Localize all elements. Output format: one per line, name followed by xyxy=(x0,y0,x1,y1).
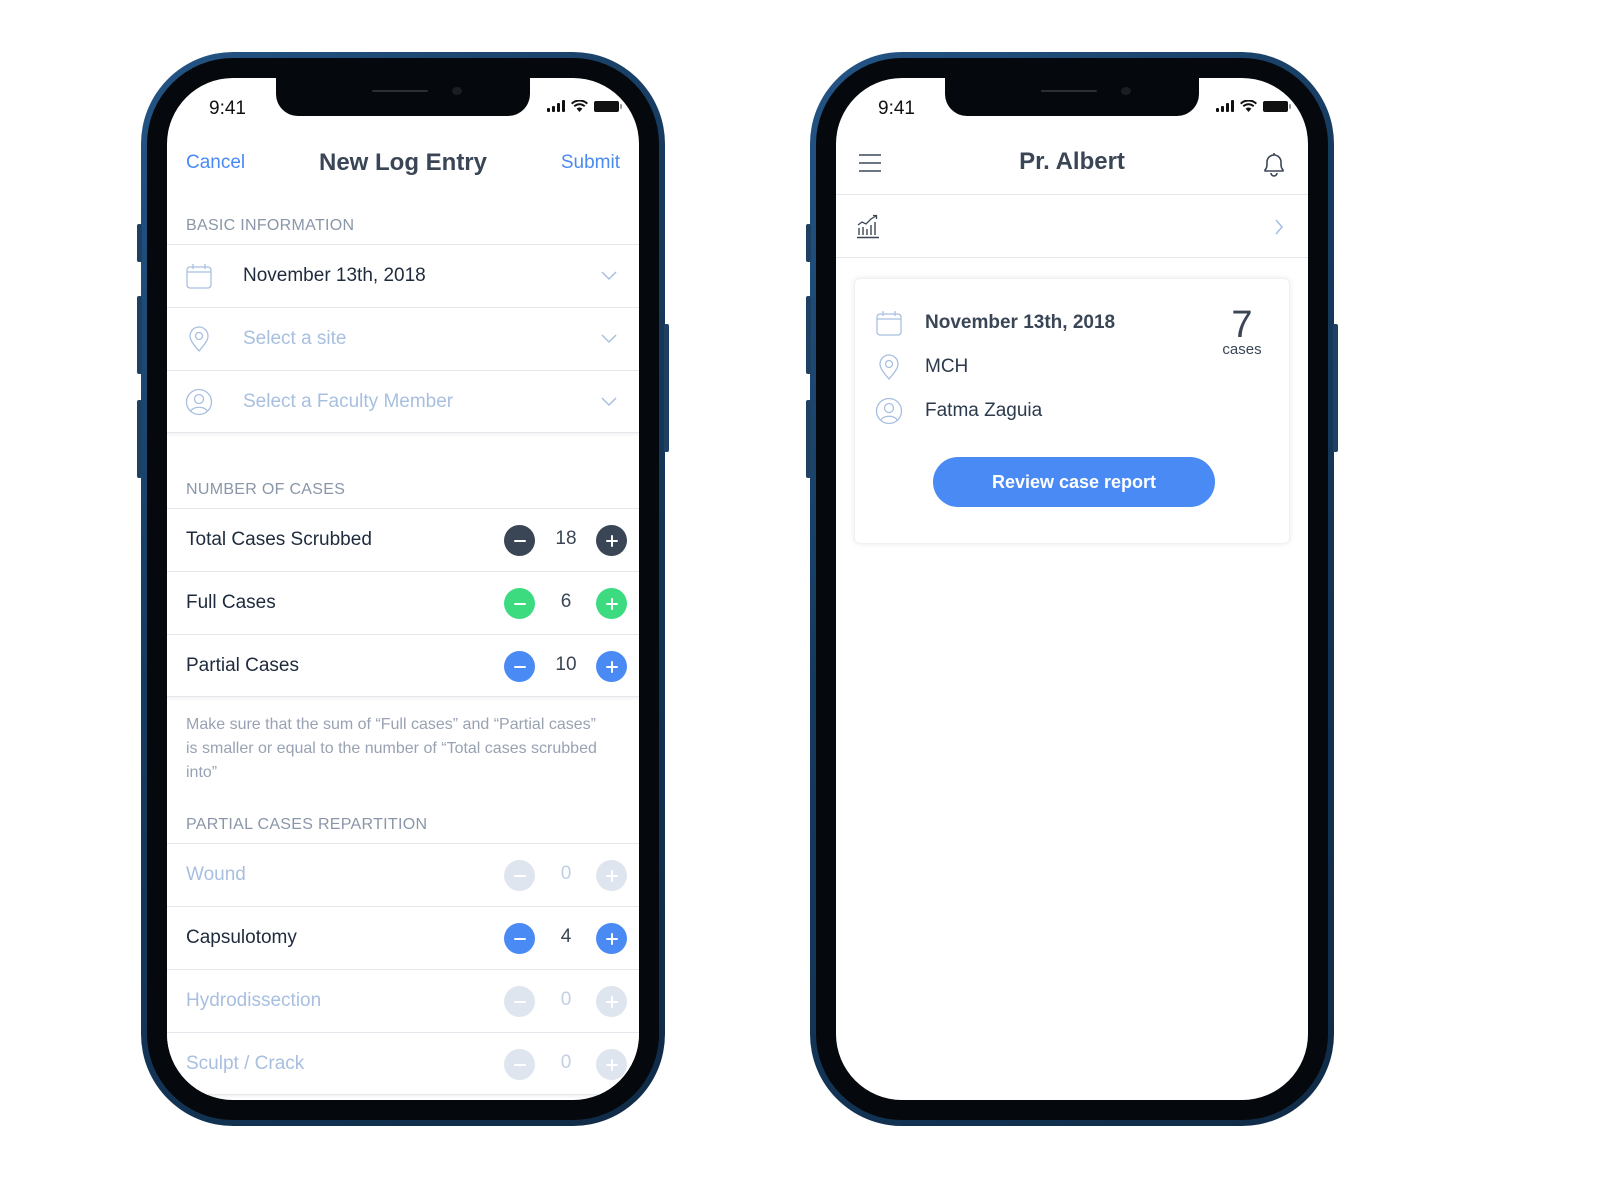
counter-value: 10 xyxy=(555,654,577,675)
decrement-button[interactable] xyxy=(504,1049,535,1080)
calendar-icon xyxy=(186,264,212,289)
review-case-report-button[interactable]: Review case report xyxy=(933,457,1215,507)
notch xyxy=(945,78,1199,116)
battery-icon xyxy=(1263,100,1291,112)
wifi-icon xyxy=(571,100,588,112)
chevron-down-icon xyxy=(601,334,617,344)
counter-row: Sculpt / Crack 0 xyxy=(167,1032,639,1095)
nav-bar: Cancel New Log Entry Submit xyxy=(167,144,639,184)
case-date: November 13th, 2018 xyxy=(925,312,1116,333)
chevron-right-icon xyxy=(1275,219,1284,235)
minus-icon xyxy=(513,874,526,877)
silent-switch xyxy=(806,224,811,262)
volume-up-button xyxy=(137,296,142,374)
case-count-label: cases xyxy=(1222,341,1262,358)
case-count-number: 7 xyxy=(1231,304,1253,346)
minus-icon xyxy=(513,665,526,668)
location-pin-icon xyxy=(189,326,209,352)
cellular-signal-icon xyxy=(547,100,565,112)
volume-down-button xyxy=(137,400,142,478)
chart-growth-icon xyxy=(857,214,879,239)
counter-row: Total Cases Scrubbed 18 xyxy=(167,508,639,571)
decrement-button[interactable] xyxy=(504,525,535,556)
wifi-icon xyxy=(1240,100,1257,112)
counter-value: 0 xyxy=(560,1052,572,1073)
phone-frame-new-log-entry: 9:41 Cancel New Log Entry Submit BASIC I… xyxy=(137,52,669,1126)
faculty-select-field[interactable]: Select a Faculty Member xyxy=(167,370,639,433)
bell-icon[interactable] xyxy=(1260,150,1288,178)
decrement-button[interactable] xyxy=(504,588,535,619)
home-screen: 9:41 Pr. Albert November 13th, 2018 MCH … xyxy=(836,78,1308,1100)
case-site: MCH xyxy=(925,356,969,377)
submit-button[interactable]: Submit xyxy=(561,152,620,174)
counter-label: Total Cases Scrubbed xyxy=(186,529,372,550)
user-circle-icon xyxy=(185,388,213,415)
decrement-button[interactable] xyxy=(504,860,535,891)
section-header-basic-information: BASIC INFORMATION xyxy=(186,217,355,234)
statistics-row[interactable] xyxy=(836,194,1308,258)
increment-button[interactable] xyxy=(596,923,627,954)
status-time: 9:41 xyxy=(878,98,915,119)
counter-label: Full Cases xyxy=(186,592,276,613)
counter-row: Full Cases 6 xyxy=(167,571,639,634)
section-header-partial-cases-repartition: PARTIAL CASES REPARTITION xyxy=(186,816,428,833)
counter-row: Partial Cases 10 xyxy=(167,634,639,697)
battery-icon xyxy=(594,100,622,112)
status-time: 9:41 xyxy=(209,98,246,119)
faculty-placeholder: Select a Faculty Member xyxy=(243,390,454,412)
counter-value: 0 xyxy=(560,989,572,1010)
calendar-icon xyxy=(876,311,902,336)
counter-label: Sculpt / Crack xyxy=(186,1053,305,1074)
counter-row: Wound 0 xyxy=(167,843,639,906)
notch xyxy=(276,78,530,116)
increment-button[interactable] xyxy=(596,651,627,682)
site-placeholder: Select a site xyxy=(243,328,347,349)
counter-label: Wound xyxy=(186,864,246,885)
section-header-number-of-cases: NUMBER OF CASES xyxy=(186,481,346,498)
counter-row: Hydrodissection 0 xyxy=(167,969,639,1032)
location-pin-icon xyxy=(879,354,899,380)
increment-button[interactable] xyxy=(596,588,627,619)
increment-button[interactable] xyxy=(596,525,627,556)
new-log-entry-screen: 9:41 Cancel New Log Entry Submit BASIC I… xyxy=(167,78,639,1100)
volume-down-button xyxy=(806,400,811,478)
counter-value: 4 xyxy=(560,926,572,947)
decrement-button[interactable] xyxy=(504,986,535,1017)
minus-icon xyxy=(513,937,526,940)
increment-button[interactable] xyxy=(596,1049,627,1080)
counter-row: Capsulotomy 4 xyxy=(167,906,639,969)
increment-button[interactable] xyxy=(596,860,627,891)
minus-icon xyxy=(513,1000,526,1003)
chevron-down-icon xyxy=(601,271,617,281)
decrement-button[interactable] xyxy=(504,923,535,954)
phone-frame-home: 9:41 Pr. Albert November 13th, 2018 MCH … xyxy=(806,52,1338,1126)
counter-label: Partial Cases xyxy=(186,655,299,676)
case-summary-card: November 13th, 2018 MCH Fatma Zaguia 7 c… xyxy=(854,278,1290,544)
helper-text: Make sure that the sum of “Full cases” a… xyxy=(186,716,597,781)
counter-label: Hydrodissection xyxy=(186,990,322,1011)
volume-up-button xyxy=(806,296,811,374)
date-picker-field[interactable]: November 13th, 2018 xyxy=(167,244,639,307)
case-count: 7 cases xyxy=(1217,305,1267,358)
site-select-field[interactable]: Select a site xyxy=(167,307,639,370)
counter-value: 6 xyxy=(560,591,572,612)
minus-icon xyxy=(513,1063,526,1066)
power-button xyxy=(664,324,669,452)
silent-switch xyxy=(137,224,142,262)
minus-icon xyxy=(513,602,526,605)
date-value: November 13th, 2018 xyxy=(243,265,426,286)
page-title: Pr. Albert xyxy=(1019,148,1125,175)
user-circle-icon xyxy=(875,397,903,425)
increment-button[interactable] xyxy=(596,986,627,1017)
minus-icon xyxy=(513,539,526,542)
counter-value: 18 xyxy=(555,528,577,549)
chevron-down-icon xyxy=(601,396,617,406)
cellular-signal-icon xyxy=(1216,100,1234,112)
decrement-button[interactable] xyxy=(504,651,535,682)
counter-value: 0 xyxy=(560,863,572,884)
case-faculty: Fatma Zaguia xyxy=(925,400,1043,421)
power-button xyxy=(1333,324,1338,452)
counter-label: Capsulotomy xyxy=(186,927,297,948)
